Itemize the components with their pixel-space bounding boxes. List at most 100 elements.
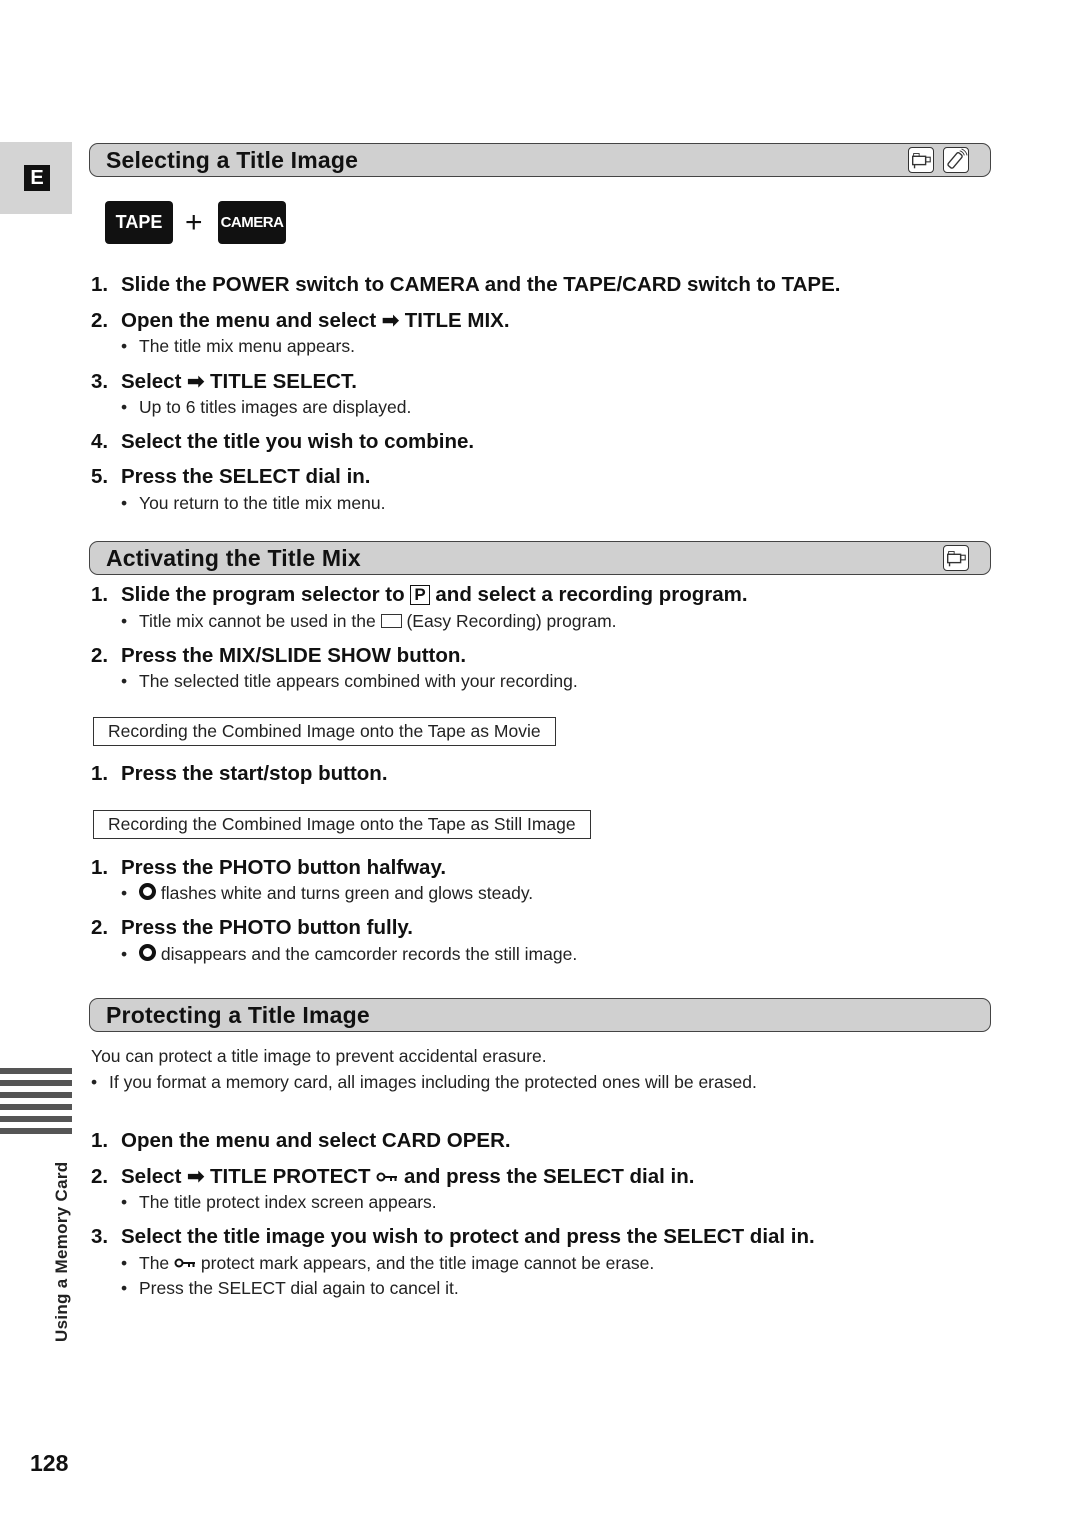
note-item: • flashes white and turns green and glow… (121, 883, 533, 904)
step-number: 2. (91, 1165, 109, 1188)
focus-indicator-icon (139, 944, 156, 961)
section-title: Selecting a Title Image (106, 147, 359, 173)
step-number: 3. (91, 370, 109, 393)
menu-item-name: TITLE SELECT. (210, 370, 357, 393)
bullet-dot: • (121, 397, 128, 417)
camera-mode-badge: CAMERA (218, 201, 286, 244)
bullet-dot: • (121, 1192, 128, 1212)
note-item: • You return to the title mix menu. (121, 493, 385, 514)
step-number: 2. (91, 309, 109, 332)
subsection-label-still: Recording the Combined Image onto the Ta… (93, 810, 591, 839)
step-text: Select (121, 370, 182, 393)
step-text: Select the title image you wish to prote… (121, 1225, 815, 1248)
note-item: • The title mix menu appears. (121, 336, 355, 357)
note-item: • The selected title appears combined wit… (121, 671, 578, 692)
bullet-dot: • (121, 336, 128, 356)
step-number: 1. (91, 273, 109, 296)
step-item: 3. Select the title image you wish to pro… (91, 1225, 815, 1249)
step-text: Press the start/stop button. (121, 762, 388, 785)
focus-indicator-icon (139, 883, 156, 900)
note-item: • Press the SELECT dial again to cancel i… (121, 1278, 459, 1299)
bullet-dot: • (121, 611, 128, 631)
bullet-dot: • (121, 493, 128, 513)
language-letter: E (24, 165, 50, 191)
bullet-dot: • (121, 1253, 128, 1273)
step-text: Press the PHOTO button fully. (121, 916, 413, 939)
note-text: protect mark appears, and the title imag… (200, 1253, 655, 1273)
page-number: 128 (30, 1450, 69, 1476)
note-text: You return to the title mix menu. (139, 493, 386, 513)
step-text: Press the PHOTO button halfway. (121, 856, 447, 879)
note-text: Up to 6 titles images are displayed. (139, 397, 412, 417)
section-header-activating: Activating the Title Mix (89, 541, 991, 575)
step-number: 2. (91, 916, 109, 939)
note-item: • Title mix cannot be used in the (Easy R… (121, 611, 617, 632)
step-text: Select the title you wish to combine. (121, 430, 475, 453)
note-text: (Easy Recording) program. (406, 611, 617, 631)
program-p-icon: P (410, 585, 430, 605)
step-item: 1. Press the PHOTO button halfway. (91, 856, 446, 880)
step-text: Select (121, 1165, 182, 1188)
bullet-dot: • (121, 883, 128, 903)
note-text: flashes white and turns green and glows … (160, 883, 534, 903)
section-header-selecting: Selecting a Title Image (89, 143, 991, 177)
step-number: 2. (91, 644, 109, 667)
note-text: disappears and the camcorder records the… (160, 944, 578, 964)
note-text: If you format a memory card, all images … (109, 1072, 757, 1092)
step-text: and press the SELECT dial in. (403, 1165, 695, 1188)
step-number: 1. (91, 762, 109, 785)
language-tab: E (0, 142, 72, 214)
note-item: • The title protect index screen appears. (121, 1192, 437, 1213)
menu-item-name: TITLE PROTECT (210, 1165, 371, 1188)
step-text: Press the SELECT dial in. (121, 465, 371, 488)
step-text: Open the menu and select (121, 309, 377, 332)
section-header-protecting: Protecting a Title Image (89, 998, 991, 1032)
camcorder-icon (943, 545, 969, 571)
step-number: 5. (91, 465, 109, 488)
menu-item-name: TITLE MIX. (404, 309, 510, 332)
protect-key-icon (376, 1165, 398, 1189)
step-text: Slide the program selector to (121, 583, 405, 606)
tape-mode-badge: TAPE (105, 201, 173, 244)
remote-control-icon (943, 147, 969, 173)
step-item: 2. Open the menu and select ➡ TITLE MIX. (91, 308, 510, 333)
step-text: Press the MIX/SLIDE SHOW button. (121, 644, 467, 667)
bullet-dot: • (91, 1072, 98, 1092)
chapter-stripes (0, 1068, 72, 1140)
bullet-dot: • (121, 1278, 128, 1298)
note-item: • disappears and the camcorder records t… (121, 944, 577, 965)
plus-sign: + (185, 206, 203, 239)
step-number: 3. (91, 1225, 109, 1248)
note-text: Press the SELECT dial again to cancel it… (139, 1278, 459, 1298)
note-item: • Up to 6 titles images are displayed. (121, 397, 411, 418)
step-text: Slide the POWER switch to CAMERA and the… (121, 273, 841, 296)
note-text: Title mix cannot be used in the (139, 611, 376, 631)
step-number: 1. (91, 1129, 109, 1152)
note-text: The (139, 1253, 170, 1273)
protect-key-icon (174, 1253, 196, 1274)
step-item: 5. Press the SELECT dial in. (91, 465, 370, 489)
step-number: 4. (91, 430, 109, 453)
note-item: • If you format a memory card, all images… (91, 1072, 757, 1093)
bullet-dot: • (121, 944, 128, 964)
intro-paragraph: You can protect a title image to prevent… (91, 1046, 547, 1066)
step-item: 2. Press the PHOTO button fully. (91, 916, 413, 940)
arrow-right-icon: ➡ (187, 370, 205, 393)
section-title: Activating the Title Mix (106, 545, 361, 571)
subsection-label-movie: Recording the Combined Image onto the Ta… (93, 717, 556, 746)
note-text: The selected title appears combined with… (139, 671, 578, 691)
section-title: Protecting a Title Image (106, 1002, 370, 1028)
arrow-right-icon: ➡ (381, 309, 400, 332)
note-item: • The protect mark appears, and the title… (121, 1253, 654, 1274)
step-number: 1. (91, 583, 109, 606)
step-text: Open the menu and select CARD OPER. (121, 1129, 511, 1152)
step-item: 1. Open the menu and select CARD OPER. (91, 1129, 511, 1153)
step-item: 4. Select the title you wish to combine. (91, 430, 474, 454)
bullet-dot: • (121, 671, 128, 691)
easy-recording-icon (380, 614, 402, 628)
step-text: and select a recording program. (435, 583, 748, 606)
step-item: 1. Slide the POWER switch to CAMERA and t… (91, 273, 840, 297)
note-text: The title mix menu appears. (139, 336, 355, 356)
step-item: 2. Press the MIX/SLIDE SHOW button. (91, 644, 466, 668)
step-item: 1. Press the start/stop button. (91, 762, 388, 786)
